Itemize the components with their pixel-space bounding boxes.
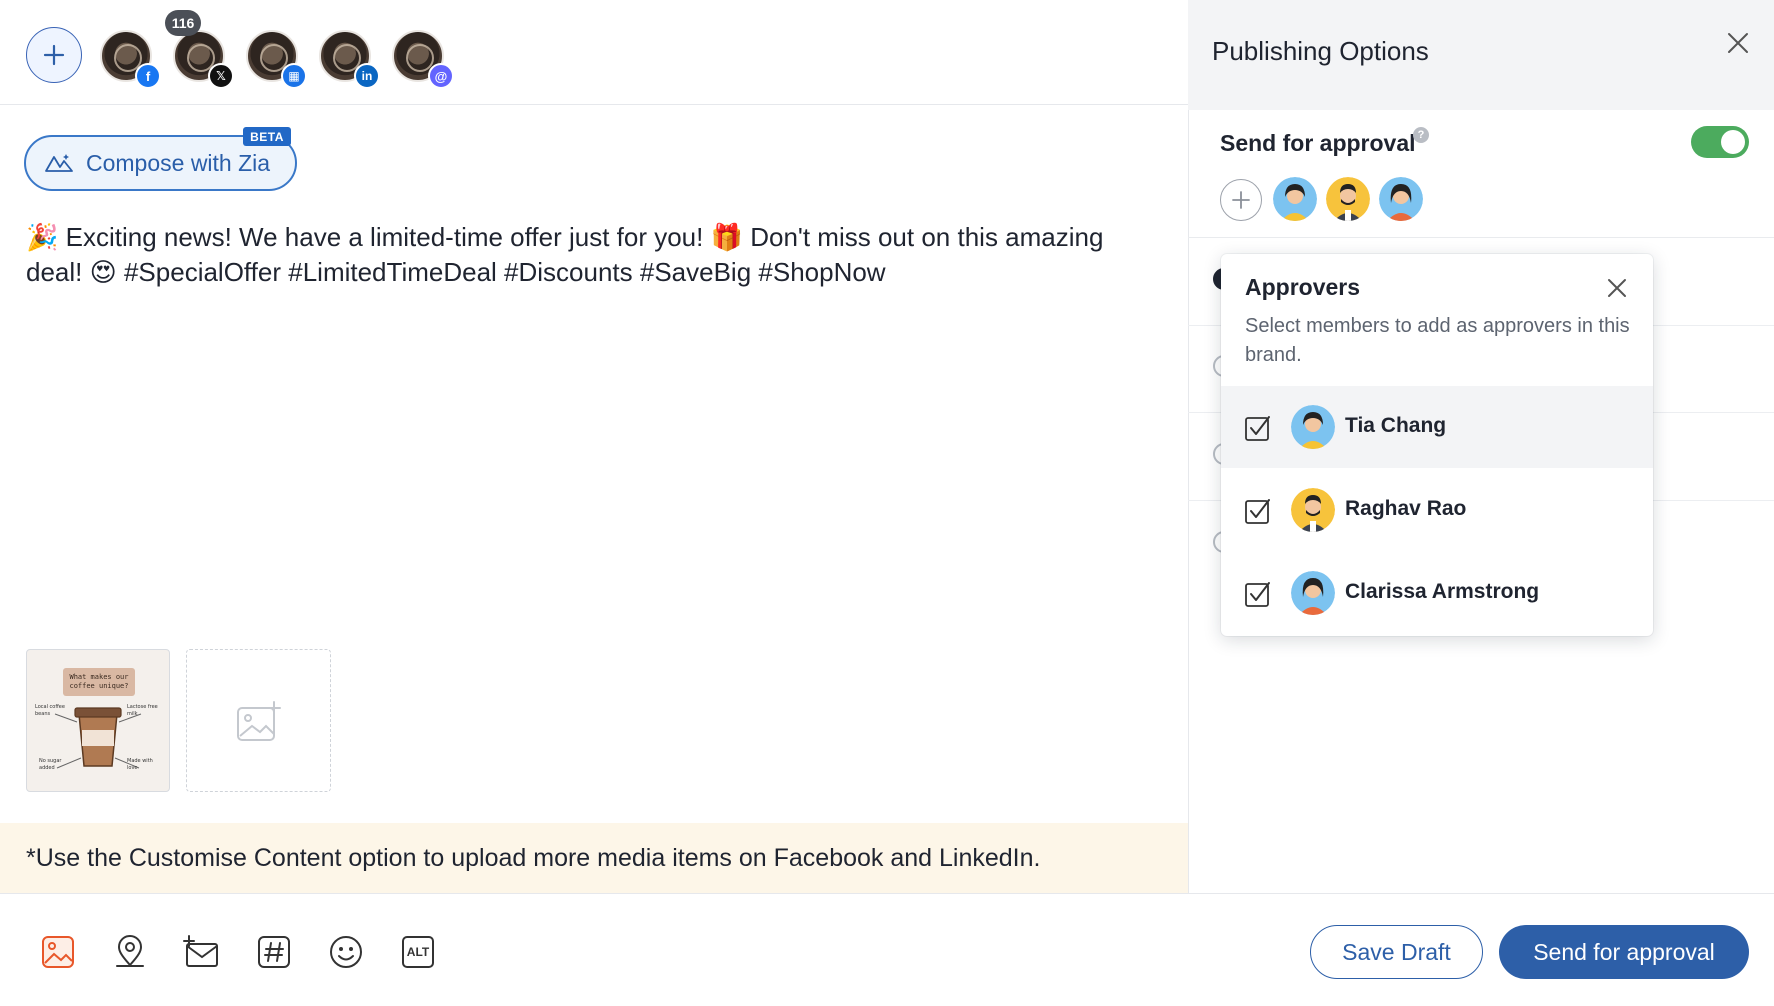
beta-badge: BETA — [243, 127, 291, 146]
media-limit-notice: *Use the Customise Content option to upl… — [0, 823, 1188, 893]
checkbox-checked-icon[interactable] — [1245, 581, 1271, 607]
post-text-editor[interactable]: 🎉 Exciting news! We have a limited-time … — [26, 220, 1156, 290]
emoji-icon[interactable] — [326, 932, 366, 972]
heart-eyes-emoji: 😍 — [89, 257, 117, 287]
media-thumbnail[interactable]: What makes our coffee unique? Local coff… — [26, 649, 170, 792]
compose-with-zia-label: Compose with Zia — [86, 149, 271, 176]
close-icon — [1728, 33, 1748, 53]
thumbnail-note: Local coffee beans — [35, 704, 65, 717]
approver-option-clarissa-armstrong[interactable]: Clarissa Armstrong — [1221, 552, 1653, 634]
alt-text-label: ALT — [402, 936, 434, 968]
member-name: Tia Chang — [1345, 414, 1447, 437]
send-for-approval-button[interactable]: Send for approval — [1499, 925, 1749, 979]
approver-avatar[interactable] — [1379, 177, 1423, 221]
close-approvers-popup-button[interactable] — [1603, 274, 1631, 302]
image-icon[interactable] — [38, 932, 78, 972]
post-text-part1: Exciting news! We have a limited-time of… — [65, 222, 704, 252]
member-avatar — [1291, 405, 1335, 449]
add-media-button[interactable] — [186, 649, 331, 792]
thumbnail-note: No sugar added — [39, 758, 62, 771]
x-icon: 𝕏 — [208, 63, 234, 89]
panel-title: Publishing Options — [1212, 36, 1429, 66]
approvers-popup-title: Approvers — [1245, 274, 1361, 300]
facebook-icon: f — [135, 63, 161, 89]
notification-count-badge: 116 — [165, 10, 201, 36]
approval-toggle[interactable] — [1691, 126, 1749, 158]
google-business-icon: ▦ — [281, 63, 307, 89]
linkedin-icon: in — [354, 63, 380, 89]
hashtag-icon[interactable] — [254, 932, 294, 972]
help-icon[interactable]: ? — [1413, 127, 1429, 143]
gift-emoji: 🎁 — [710, 222, 743, 252]
post-hashtags: #SpecialOffer #LimitedTimeDeal #Discount… — [123, 257, 886, 287]
location-icon[interactable] — [110, 932, 150, 972]
add-approver-button[interactable] — [1220, 179, 1262, 221]
close-icon — [1608, 279, 1626, 297]
save-draft-button[interactable]: Save Draft — [1310, 925, 1483, 979]
member-name: Raghav Rao — [1345, 497, 1467, 520]
approvers-popup-description: Select members to add as approvers in th… — [1245, 315, 1630, 366]
send-for-approval-label: Send for approval — [1220, 130, 1416, 156]
approver-avatar[interactable] — [1326, 177, 1370, 221]
party-emoji: 🎉 — [26, 222, 59, 252]
thumbnail-note: Lactose free milk — [127, 704, 158, 717]
approver-option-raghav-rao[interactable]: Raghav Rao — [1221, 469, 1653, 551]
plus-icon — [43, 44, 65, 66]
approver-option-tia-chang[interactable]: Tia Chang — [1221, 386, 1653, 468]
checkbox-checked-icon[interactable] — [1245, 415, 1271, 441]
plus-icon — [1232, 191, 1250, 209]
add-image-icon — [236, 700, 281, 741]
member-avatar — [1291, 571, 1335, 615]
member-name: Clarissa Armstrong — [1345, 580, 1540, 603]
approver-avatar[interactable] — [1273, 177, 1317, 221]
close-panel-button[interactable] — [1723, 28, 1753, 58]
mail-add-icon[interactable] — [182, 932, 222, 972]
checkbox-checked-icon[interactable] — [1245, 498, 1271, 524]
member-avatar — [1291, 488, 1335, 532]
alt-text-icon[interactable]: ALT — [398, 932, 438, 972]
mastodon-icon: @ — [428, 63, 454, 89]
thumbnail-note: Made with love — [127, 758, 153, 771]
zia-icon — [45, 154, 73, 172]
add-channel-button[interactable] — [26, 27, 82, 83]
